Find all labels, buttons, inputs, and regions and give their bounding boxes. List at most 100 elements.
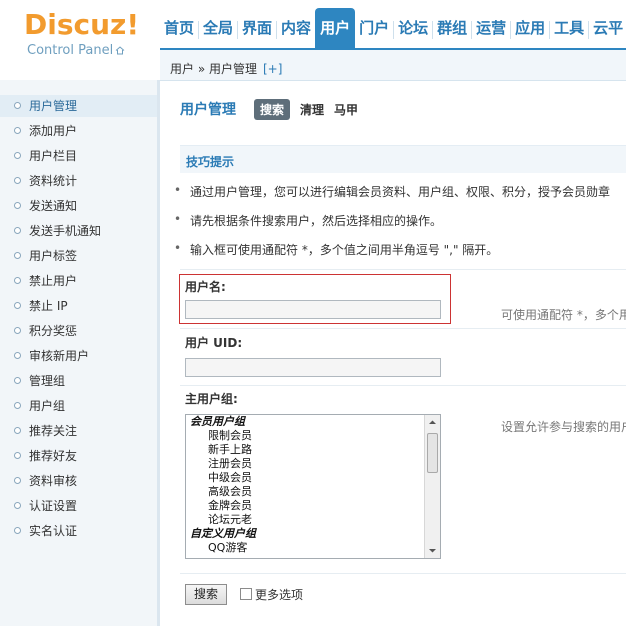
listbox-scrollbar[interactable] <box>424 415 440 558</box>
scroll-down-arrow-icon[interactable] <box>425 543 440 558</box>
sidebar-item-label: 积分奖惩 <box>29 324 78 338</box>
tab-clean[interactable]: 清理 <box>300 101 324 118</box>
sidebar-item-send-sms[interactable]: 发送手机通知 <box>0 220 157 242</box>
sidebar-item-label: 发送手机通知 <box>29 224 102 238</box>
sidebar-item-label: 用户组 <box>29 399 66 413</box>
main-group-hint: 设置允许参与搜索的用户 <box>501 420 626 434</box>
logo-subtitle-text: Control Panel <box>27 43 114 58</box>
listbox-option[interactable]: 注册会员 <box>186 457 440 471</box>
bullet-icon <box>14 327 21 334</box>
nav-tab-apps[interactable]: 应用 <box>511 8 549 48</box>
nav-tab-global[interactable]: 全局 <box>199 8 237 48</box>
main-group-label: 主用户组: <box>185 392 238 406</box>
username-label: 用户名: <box>185 280 226 294</box>
sidebar-item-label: 资料审核 <box>29 474 78 488</box>
tip-bullet: • <box>174 241 182 255</box>
listbox-option[interactable]: 限制会员 <box>186 429 440 443</box>
more-options-label[interactable]: 更多选项 <box>255 586 303 603</box>
breadcrumb: 用户 » 用户管理 [+] <box>170 60 282 77</box>
main-content: 用户管理 搜索 清理 马甲 技巧提示 • 通过用户管理，您可以进行编辑会员资料、用户组、… <box>160 81 626 626</box>
bullet-icon <box>14 277 21 284</box>
sidebar-item-label: 管理组 <box>29 374 66 388</box>
nav-tab-user[interactable]: 用户 <box>315 8 356 48</box>
sidebar-item-user-fields[interactable]: 用户栏目 <box>0 145 157 167</box>
logo-wordmark: Discuz! <box>24 8 140 41</box>
bullet-icon <box>14 227 21 234</box>
bullet-icon <box>14 127 21 134</box>
logo-subtitle: Control Panel <box>27 43 125 58</box>
bullet-icon <box>14 452 21 459</box>
nav-tab-operation[interactable]: 运营 <box>472 8 510 48</box>
sidebar-item-add-user[interactable]: 添加用户 <box>0 120 157 142</box>
nav-tab-portal[interactable]: 门户 <box>355 8 393 48</box>
tab-sockpuppet[interactable]: 马甲 <box>334 101 358 118</box>
sidebar-item-admin-groups[interactable]: 管理组 <box>0 370 157 392</box>
username-hint: 可使用通配符 *，多个用 <box>501 308 626 322</box>
tips-header: 技巧提示 <box>180 145 626 173</box>
listbox-option[interactable]: 新手上路 <box>186 443 440 457</box>
sidebar-item-ban-user[interactable]: 禁止用户 <box>0 270 157 292</box>
home-icon <box>115 46 125 55</box>
sidebar-item-label: 实名认证 <box>29 524 78 538</box>
scroll-up-arrow-icon[interactable] <box>425 415 440 430</box>
bullet-icon <box>14 427 21 434</box>
sidebar-item-user-groups[interactable]: 用户组 <box>0 395 157 417</box>
main-group-listbox[interactable]: 会员用户组 限制会员 新手上路 注册会员 中级会员 高级会员 金牌会员 论坛元老… <box>185 414 441 559</box>
sidebar-item-label: 认证设置 <box>29 499 78 513</box>
sidebar-item-user-tags[interactable]: 用户标签 <box>0 245 157 267</box>
nav-tab-style[interactable]: 界面 <box>238 8 276 48</box>
sidebar-item-verify-settings[interactable]: 认证设置 <box>0 495 157 517</box>
sidebar-item-send-notice[interactable]: 发送通知 <box>0 195 157 217</box>
sidebar-item-label: 用户栏目 <box>29 149 78 163</box>
tip-text: 通过用户管理，您可以进行编辑会员资料、用户组、权限、积分，授予会员勋章 <box>190 185 611 199</box>
add-shortcut-button[interactable]: [+] <box>263 62 282 76</box>
listbox-option[interactable]: 中级会员 <box>186 471 440 485</box>
nav-tab-tools[interactable]: 工具 <box>550 8 588 48</box>
nav-tab-group[interactable]: 群组 <box>433 8 471 48</box>
logo[interactable]: Discuz! Control Panel <box>0 0 160 80</box>
tip-text: 输入框可使用通配符 *，多个值之间用半角逗号 "," 隔开。 <box>190 243 499 257</box>
sidebar-item-recommend-follow[interactable]: 推荐关注 <box>0 420 157 442</box>
listbox-option[interactable]: 金牌会员 <box>186 499 440 513</box>
sidebar-item-moderate-new[interactable]: 审核新用户 <box>0 345 157 367</box>
tip-bullet: • <box>174 212 182 226</box>
sidebar-item-label: 禁止 IP <box>29 299 68 313</box>
sidebar-item-realname[interactable]: 实名认证 <box>0 520 157 542</box>
username-input[interactable] <box>185 300 441 319</box>
sidebar-item-credits[interactable]: 积分奖惩 <box>0 320 157 342</box>
tip-item: • 请先根据条件搜索用户，然后选择相应的操作。 <box>174 212 443 229</box>
uid-input[interactable] <box>185 358 441 377</box>
bullet-icon <box>14 302 21 309</box>
tab-search[interactable]: 搜索 <box>254 99 291 120</box>
scrollbar-thumb[interactable] <box>427 433 438 473</box>
listbox-option[interactable]: 论坛元老 <box>186 513 440 527</box>
bullet-icon <box>14 527 21 534</box>
sidebar-item-profile-stats[interactable]: 资料统计 <box>0 170 157 192</box>
tip-bullet: • <box>174 183 182 197</box>
sidebar-item-label: 审核新用户 <box>29 349 90 363</box>
bullet-icon <box>14 102 21 109</box>
sidebar-item-user-manage[interactable]: 用户管理 <box>0 95 157 117</box>
bullet-icon <box>14 252 21 259</box>
header: Discuz! Control Panel 首页 全局 界面 内容 用户 门户 论坛 群组 运营… <box>0 0 626 80</box>
nav-tab-forum[interactable]: 论坛 <box>394 8 432 48</box>
sidebar-item-label: 用户标签 <box>29 249 78 263</box>
listbox-option[interactable]: 高级会员 <box>186 485 440 499</box>
tip-text: 请先根据条件搜索用户，然后选择相应的操作。 <box>190 214 443 228</box>
sidebar-item-profile-review[interactable]: 资料审核 <box>0 470 157 492</box>
sidebar-item-label: 禁止用户 <box>29 274 78 288</box>
sidebar-item-ban-ip[interactable]: 禁止 IP <box>0 295 157 317</box>
sidebar-item-recommend-friends[interactable]: 推荐好友 <box>0 445 157 467</box>
bullet-icon <box>14 202 21 209</box>
bullet-icon <box>14 352 21 359</box>
listbox-option[interactable]: QQ游客 <box>186 541 440 555</box>
title-row: 用户管理 搜索 清理 马甲 <box>180 99 358 120</box>
more-options-checkbox[interactable] <box>240 588 252 600</box>
divider <box>180 269 626 270</box>
divider <box>180 573 626 574</box>
nav-tab-cloud[interactable]: 云平 <box>589 8 626 48</box>
nav-tab-home[interactable]: 首页 <box>160 8 198 48</box>
nav-tab-content[interactable]: 内容 <box>277 8 315 48</box>
bullet-icon <box>14 377 21 384</box>
search-button[interactable]: 搜索 <box>185 584 227 605</box>
